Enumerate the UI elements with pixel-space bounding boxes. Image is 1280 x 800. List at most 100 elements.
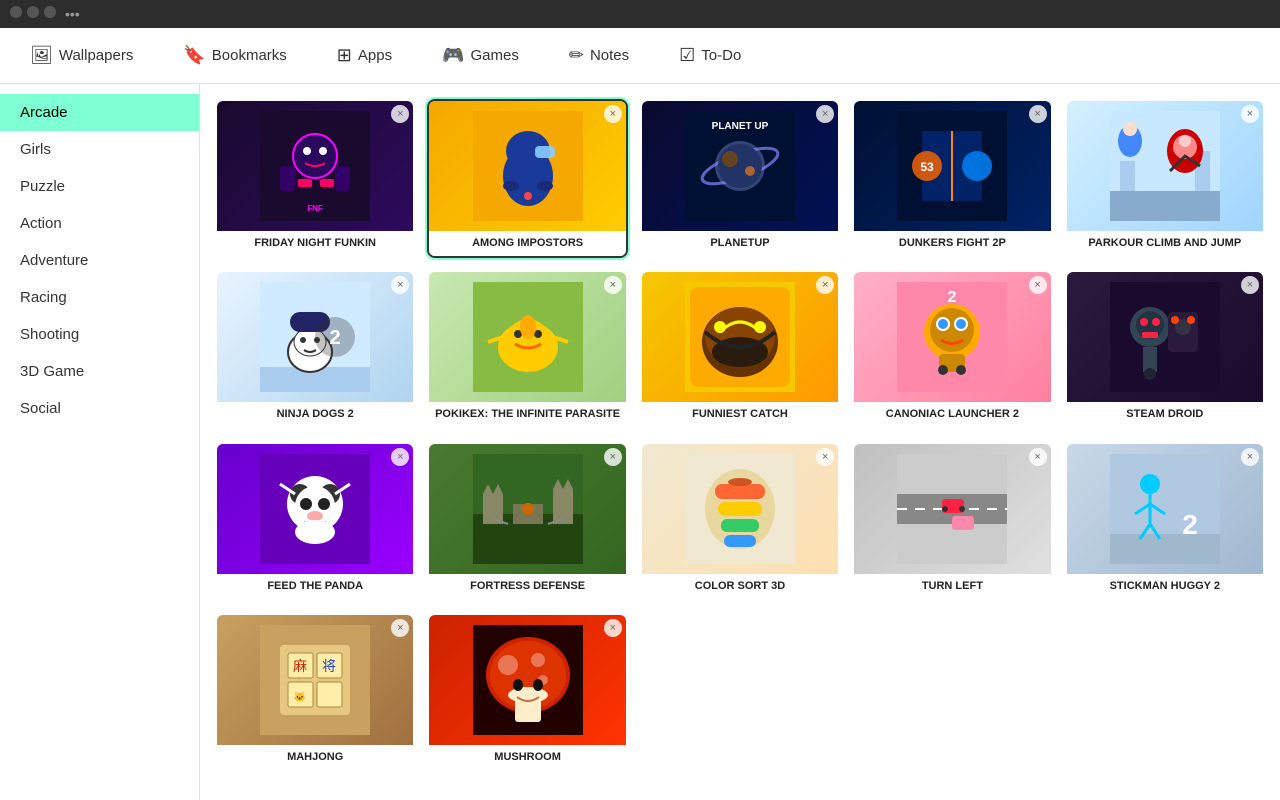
- game-thumb-mushroom: [429, 615, 625, 745]
- game-title-turnleft: TURN LEFT: [854, 574, 1050, 599]
- close-btn-colorsort[interactable]: ×: [816, 448, 834, 466]
- svg-text:FNF: FNF: [307, 204, 323, 213]
- window-controls: •••: [10, 6, 80, 22]
- svg-text:PLANET UP: PLANET UP: [712, 121, 769, 132]
- game-thumb-pokikex: [429, 272, 625, 402]
- game-card-mushroom[interactable]: × MUSHROOM: [427, 613, 627, 772]
- main-container: 🖼 Wallpapers 🔖 Bookmarks ⊞ Apps 🎮 Games ✏ Notes ☑T…: [0, 28, 1280, 800]
- game-title-stickman: STICKMAN HUGGY 2: [1067, 574, 1263, 599]
- svg-text:🐱: 🐱: [294, 691, 306, 703]
- game-thumb-ninja: 2: [217, 272, 413, 402]
- game-card-turnleft[interactable]: × TURN LEFT: [852, 442, 1052, 601]
- game-thumb-parkour: [1067, 101, 1263, 231]
- game-title-canoniac: CANONIAC LAUNCHER 2: [854, 402, 1050, 427]
- game-title-steam: STEAM DROID: [1067, 402, 1263, 427]
- game-card-colorsort[interactable]: × COLOR SORT 3D: [640, 442, 840, 601]
- svg-text:将: 将: [322, 658, 336, 674]
- dot-3: [44, 6, 56, 18]
- game-card-parkour[interactable]: × PARKOUR CLIMB AND JUMP: [1065, 99, 1265, 258]
- sidebar-item-racing[interactable]: Racing: [0, 279, 199, 316]
- close-btn-fortress[interactable]: ×: [604, 448, 622, 466]
- title-bar: •••: [0, 0, 1280, 28]
- game-thumb-canoniac: 2: [854, 272, 1050, 402]
- game-title-dunkers: DUNKERS FIGHT 2P: [854, 231, 1050, 256]
- close-btn-pokikex[interactable]: ×: [604, 276, 622, 294]
- game-thumb-fortress: [429, 444, 625, 574]
- svg-text:2: 2: [948, 289, 957, 306]
- game-title-mushroom: MUSHROOM: [429, 745, 625, 770]
- game-thumb-friday: FNF: [217, 101, 413, 231]
- game-thumb-dunkers: 53: [854, 101, 1050, 231]
- nav-item-bookmarks[interactable]: 🔖 Bookmarks: [173, 39, 296, 72]
- sidebar-item-arcade[interactable]: Arcade: [0, 94, 199, 131]
- game-title-ninja: NINJA DOGS 2: [217, 402, 413, 427]
- nav-icon-notes: ✏: [569, 45, 584, 66]
- nav-label-games: Games: [471, 47, 519, 64]
- close-btn-among[interactable]: ×: [604, 105, 622, 123]
- game-thumb-turnleft: [854, 444, 1050, 574]
- close-btn-panda[interactable]: ×: [391, 448, 409, 466]
- nav-item-wallpapers[interactable]: 🖼 Wallpapers: [20, 39, 143, 72]
- game-card-canoniac[interactable]: × 2 CANONIAC LAUNCHER 2: [852, 270, 1052, 429]
- nav-item-games[interactable]: 🎮 Games: [432, 39, 529, 72]
- nav-item-apps[interactable]: ⊞ Apps: [327, 39, 402, 72]
- dot-1: [10, 6, 22, 18]
- content-area: ArcadeGirlsPuzzleActionAdventureRacingSh…: [0, 84, 1280, 800]
- games-grid: × FNF FRIDAY NIGHT FUNKIN× AMONG IMPOSTO…: [200, 84, 1280, 800]
- svg-text:麻: 麻: [293, 658, 307, 674]
- game-card-stickman[interactable]: × 2 STICKMAN HUGGY 2: [1065, 442, 1265, 601]
- nav-item-notes[interactable]: ✏ Notes: [559, 39, 639, 72]
- game-title-colorsort: COLOR SORT 3D: [642, 574, 838, 599]
- game-thumb-panda: [217, 444, 413, 574]
- game-card-pokikex[interactable]: × POKIKEX: THE INFINITE PARASITE: [427, 270, 627, 429]
- game-title-pokikex: POKIKEX: THE INFINITE PARASITE: [429, 402, 625, 427]
- game-card-panda[interactable]: × FEED THE PANDA: [215, 442, 415, 601]
- sidebar-item-social[interactable]: Social: [0, 390, 199, 427]
- sidebar-item-3dgame[interactable]: 3D Game: [0, 353, 199, 390]
- game-card-steam[interactable]: × STEAM DROID: [1065, 270, 1265, 429]
- close-btn-mushroom[interactable]: ×: [604, 619, 622, 637]
- sidebar-item-action[interactable]: Action: [0, 205, 199, 242]
- game-title-fortress: FORTRESS DEFENSE: [429, 574, 625, 599]
- game-title-mahjong: MAHJONG: [217, 745, 413, 770]
- nav-label-todo: To-Do: [701, 47, 741, 64]
- nav-label-notes: Notes: [590, 47, 629, 64]
- nav-label-bookmarks: Bookmarks: [212, 47, 287, 64]
- close-btn-canoniac[interactable]: ×: [1029, 276, 1047, 294]
- nav-item-todo[interactable]: ☑To-Do: [669, 39, 751, 72]
- game-card-funniest[interactable]: × FUNNIEST CATCH: [640, 270, 840, 429]
- nav-icon-games: 🎮: [442, 45, 464, 66]
- nav-icon-wallpapers: 🖼: [30, 45, 53, 66]
- sidebar-item-adventure[interactable]: Adventure: [0, 242, 199, 279]
- game-title-parkour: PARKOUR CLIMB AND JUMP: [1067, 231, 1263, 256]
- game-card-among[interactable]: × AMONG IMPOSTORS: [427, 99, 627, 258]
- close-btn-stickman[interactable]: ×: [1241, 448, 1259, 466]
- sidebar-item-shooting[interactable]: Shooting: [0, 316, 199, 353]
- game-thumb-among: [429, 101, 625, 231]
- game-thumb-funniest: [642, 272, 838, 402]
- game-thumb-steam: [1067, 272, 1263, 402]
- game-card-mahjong[interactable]: × 麻 将 🐱 MAHJONG: [215, 613, 415, 772]
- sidebar-item-girls[interactable]: Girls: [0, 131, 199, 168]
- game-thumb-mahjong: 麻 将 🐱: [217, 615, 413, 745]
- game-title-planetup: PLANETUP: [642, 231, 838, 256]
- nav-icon-bookmarks: 🔖: [183, 45, 205, 66]
- game-card-friday[interactable]: × FNF FRIDAY NIGHT FUNKIN: [215, 99, 415, 258]
- game-card-planetup[interactable]: × PLANET UP PLANETUP: [640, 99, 840, 258]
- svg-text:2: 2: [1182, 509, 1198, 540]
- close-btn-dunkers[interactable]: ×: [1029, 105, 1047, 123]
- nav-label-wallpapers: Wallpapers: [59, 47, 133, 64]
- nav-icon-apps: ⊞: [337, 45, 352, 66]
- ellipsis: •••: [65, 6, 80, 22]
- sidebar-item-puzzle[interactable]: Puzzle: [0, 168, 199, 205]
- game-title-among: AMONG IMPOSTORS: [429, 231, 625, 256]
- game-card-ninja[interactable]: × 2 NINJA DOGS 2: [215, 270, 415, 429]
- game-thumb-colorsort: [642, 444, 838, 574]
- close-btn-turnleft[interactable]: ×: [1029, 448, 1047, 466]
- game-thumb-stickman: 2: [1067, 444, 1263, 574]
- game-card-dunkers[interactable]: × 53 DUNKERS FIGHT 2P: [852, 99, 1052, 258]
- nav-label-apps: Apps: [358, 47, 392, 64]
- game-thumb-planetup: PLANET UP: [642, 101, 838, 231]
- close-btn-parkour[interactable]: ×: [1241, 105, 1259, 123]
- game-card-fortress[interactable]: × FORTRESS DEFENSE: [427, 442, 627, 601]
